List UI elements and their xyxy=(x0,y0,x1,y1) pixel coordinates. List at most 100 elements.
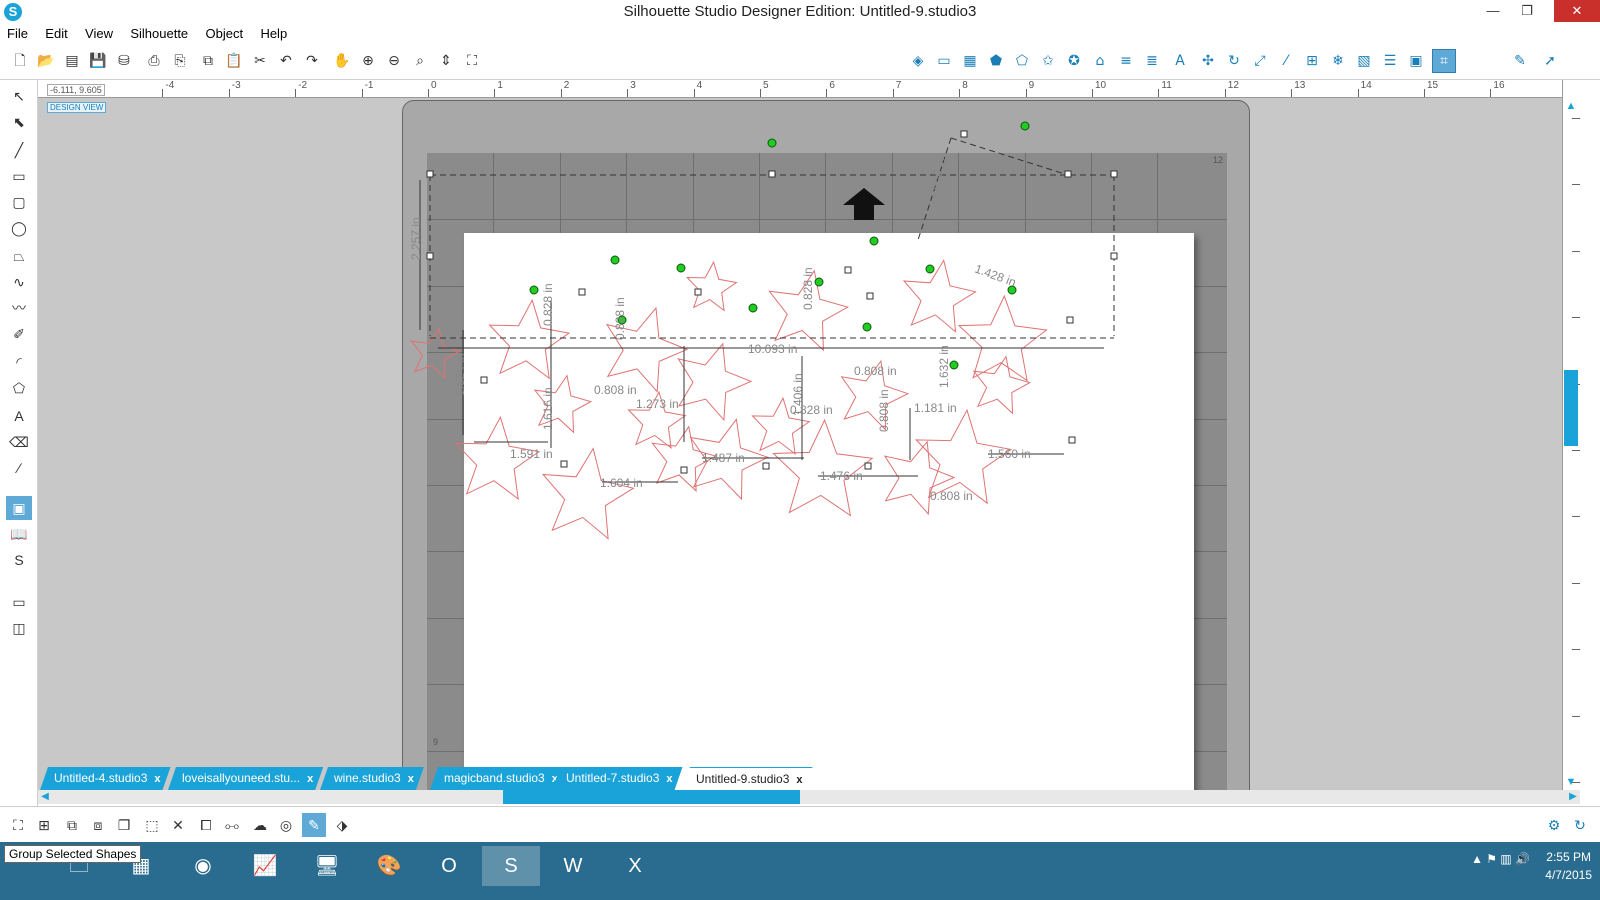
shear-icon[interactable]: ⁄ xyxy=(1274,49,1298,73)
smooth-freehand-icon[interactable]: ✐ xyxy=(6,322,32,346)
modify-icon[interactable]: ▧ xyxy=(1352,49,1376,73)
rectangle-tool-icon[interactable]: ▭ xyxy=(6,164,32,188)
scroll-left-icon[interactable]: ◀ xyxy=(38,790,52,804)
menu-help[interactable]: Help xyxy=(253,24,294,43)
group-icon[interactable]: ⛶ xyxy=(6,813,30,837)
paint-icon[interactable]: 🎨 xyxy=(360,846,418,886)
horizontal-scroll-thumb[interactable] xyxy=(503,790,800,804)
open-library-icon[interactable]: ▤ xyxy=(60,49,84,73)
tab-document[interactable]: wine.studio3 x xyxy=(320,767,424,790)
cut-settings-icon[interactable]: ✎ xyxy=(1508,49,1532,73)
tab-close-icon[interactable]: x xyxy=(666,773,672,785)
close-icon[interactable]: ✕ xyxy=(1554,0,1600,22)
scroll-up-icon[interactable]: ▲ xyxy=(1564,100,1578,114)
copy-icon[interactable]: ⧉ xyxy=(196,49,220,73)
tab-close-icon[interactable]: x xyxy=(154,773,160,785)
horizontal-scrollbar[interactable]: ◀ ▶ xyxy=(38,790,1580,804)
polygon-tool-icon[interactable]: ⏢ xyxy=(6,244,32,268)
opera-icon[interactable]: O xyxy=(420,846,478,886)
release-compound-path-icon[interactable]: ⧈ xyxy=(86,813,110,837)
split-window-icon[interactable]: ◫ xyxy=(6,616,32,640)
drag-zoom-icon[interactable]: ⇕ xyxy=(434,49,458,73)
pan-hand-icon[interactable]: ✋ xyxy=(330,49,354,73)
tab-close-icon[interactable]: x xyxy=(307,773,313,785)
design-page[interactable] xyxy=(464,233,1194,796)
print-cut-icon[interactable]: ⎘ xyxy=(168,49,192,73)
rounded-rectangle-tool-icon[interactable]: ▢ xyxy=(6,190,32,214)
silhouette-store-icon[interactable]: S xyxy=(6,548,32,572)
edit-points-icon[interactable]: ⬉ xyxy=(6,110,32,134)
fit-to-page-icon[interactable]: ⛶ xyxy=(460,49,484,73)
page-setup-icon[interactable]: ▣ xyxy=(1404,49,1428,73)
send-backward-icon[interactable]: ⧟ xyxy=(220,813,244,837)
clock[interactable]: 2:55 PM 4/7/2015 xyxy=(1545,848,1592,884)
replicate-icon[interactable]: ❄ xyxy=(1326,49,1350,73)
ellipse-tool-icon[interactable]: ◯ xyxy=(6,216,32,240)
cut-icon[interactable]: ✂ xyxy=(248,49,272,73)
save-icon[interactable]: 💾 xyxy=(86,49,110,73)
eraser-tool-icon[interactable]: ⌫ xyxy=(6,430,32,454)
tab-document[interactable]: Untitled-7.studio3 x xyxy=(552,767,683,790)
line-color-icon[interactable]: ▭ xyxy=(932,49,956,73)
arc-tool-icon[interactable]: ◜ xyxy=(6,350,32,374)
star-shape-icon[interactable]: ✩ xyxy=(1036,49,1060,73)
line-tool-icon[interactable]: ╱ xyxy=(6,138,32,162)
ungroup-icon[interactable]: ⊞ xyxy=(32,813,56,837)
send-to-silhouette-icon[interactable]: ➚ xyxy=(1538,49,1562,73)
registration-icon[interactable]: ⌗ xyxy=(1432,49,1456,73)
restore-icon[interactable]: ❐ xyxy=(1512,0,1542,22)
align-icon[interactable]: ⊞ xyxy=(1300,49,1324,73)
bring-forward-icon[interactable]: ⧠ xyxy=(194,813,218,837)
select-all-icon[interactable]: ⬗ xyxy=(330,813,354,837)
vertical-scroll-thumb[interactable] xyxy=(1564,370,1578,446)
zoom-select-icon[interactable]: ⌕ xyxy=(408,49,432,73)
design-canvas[interactable]: -4 -3 -2 -1 0 1 2 3 4 5 6 7 8 9 10 11 12 13 14 15 16 -6.111,… xyxy=(38,80,1580,800)
refresh-icon[interactable]: ↻ xyxy=(1568,813,1592,837)
duplicate-icon[interactable]: ❐ xyxy=(112,813,136,837)
zoom-in-icon[interactable]: ⊕ xyxy=(356,49,380,73)
fill-pattern-icon[interactable]: ▦ xyxy=(958,49,982,73)
silhouette-studio-icon[interactable]: S xyxy=(482,846,540,886)
knife-tool-icon[interactable]: ∕ xyxy=(6,456,32,480)
menu-edit[interactable]: Edit xyxy=(38,24,74,43)
select-tool-icon[interactable]: ↖ xyxy=(6,84,32,108)
single-window-icon[interactable]: ▭ xyxy=(6,590,32,614)
scale-icon[interactable]: ⤢ xyxy=(1248,49,1272,73)
weld-icon[interactable]: ☁ xyxy=(248,813,272,837)
freehand-tool-icon[interactable]: 〰 xyxy=(6,296,32,320)
word-icon[interactable]: W xyxy=(544,846,602,886)
excel-icon[interactable]: X xyxy=(606,846,664,886)
tab-document[interactable]: magicband.studio3 x xyxy=(430,767,568,790)
menu-silhouette[interactable]: Silhouette xyxy=(123,24,195,43)
transform-icon[interactable]: ✣ xyxy=(1196,49,1220,73)
menu-object[interactable]: Object xyxy=(199,24,251,43)
scroll-right-icon[interactable]: ▶ xyxy=(1566,790,1580,804)
design-page-icon[interactable]: ▣ xyxy=(6,496,32,520)
fill-color-icon[interactable]: ◈ xyxy=(906,49,930,73)
save-to-library-icon[interactable]: ⛁ xyxy=(112,49,136,73)
text-tool-icon[interactable]: A xyxy=(6,404,32,428)
firefox-icon[interactable]: ◉ xyxy=(174,846,232,886)
tab-document[interactable]: Untitled-4.studio3 x xyxy=(40,767,171,790)
new-file-icon[interactable]: 🗋 xyxy=(8,49,32,73)
minimize-icon[interactable]: — xyxy=(1478,0,1508,22)
offset-icon[interactable]: ⬠ xyxy=(1010,49,1034,73)
offset-icon[interactable]: ◎ xyxy=(274,813,298,837)
settings-gear-icon[interactable]: ⚙ xyxy=(1542,813,1566,837)
tab-document[interactable]: loveisallyouneed.stu... x xyxy=(168,767,323,790)
performance-icon[interactable]: 📈 xyxy=(236,846,294,886)
tab-close-icon[interactable]: x xyxy=(408,773,414,785)
rotate-icon[interactable]: ↻ xyxy=(1222,49,1246,73)
delete-icon[interactable]: ✕ xyxy=(166,813,190,837)
knife-icon[interactable]: ⌂ xyxy=(1088,49,1112,73)
mirror-icon[interactable]: ⬚ xyxy=(140,813,164,837)
vertical-scrollbar[interactable]: ▲ ▼ xyxy=(1564,100,1578,790)
tab-document[interactable]: Untitled-9.studio3 x xyxy=(682,767,813,790)
paste-icon[interactable]: 📋 xyxy=(222,49,246,73)
undo-icon[interactable]: ↶ xyxy=(274,49,298,73)
text-style-icon[interactable]: A xyxy=(1168,49,1192,73)
line-style-icon[interactable]: ≡ xyxy=(1114,49,1138,73)
pentagon-shape-icon[interactable]: ⬟ xyxy=(984,49,1008,73)
control-panel-icon[interactable]: 🖥 xyxy=(298,846,356,886)
menu-file[interactable]: File xyxy=(0,24,35,43)
